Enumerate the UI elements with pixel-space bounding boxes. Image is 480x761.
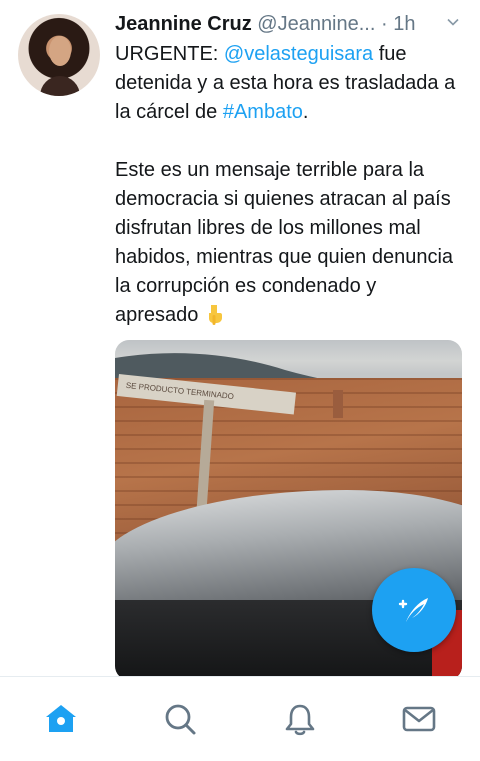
text-end: . xyxy=(302,101,309,123)
tweet-time[interactable]: 1h xyxy=(393,13,415,35)
text-prefix: URGENTE: xyxy=(115,43,224,65)
avatar-face xyxy=(49,36,71,66)
separator-dot: · xyxy=(380,13,388,35)
avatar[interactable] xyxy=(18,14,100,96)
hashtag-link[interactable]: #Ambato xyxy=(223,101,303,123)
chimney xyxy=(333,390,343,418)
search-icon[interactable] xyxy=(162,701,198,737)
compose-button[interactable] xyxy=(372,568,456,652)
pointing-down-hand-icon xyxy=(208,305,222,325)
tweet-paragraph-1: URGENTE: @velasteguisara fue detenida y … xyxy=(115,40,465,127)
mention-link[interactable]: @velasteguisara xyxy=(224,43,373,65)
home-icon[interactable] xyxy=(43,701,79,737)
compose-tweet-icon xyxy=(398,598,428,622)
avatar-body xyxy=(40,76,80,96)
author-handle[interactable]: @Jeannine... xyxy=(257,13,375,35)
tweet[interactable]: Jeannine Cruz @Jeannine... · 1h URGENTE:… xyxy=(0,0,480,676)
messages-icon[interactable] xyxy=(401,701,437,737)
paragraph-2-text: Este es un mensaje terrible para la demo… xyxy=(115,159,454,326)
tweet-paragraph-2: Este es un mensaje terrible para la demo… xyxy=(115,156,465,330)
author-name[interactable]: Jeannine Cruz xyxy=(115,13,252,35)
notifications-icon[interactable] xyxy=(282,701,318,737)
tweet-text: URGENTE: @velasteguisara fue detenida y … xyxy=(115,40,465,330)
tweet-header: Jeannine Cruz @Jeannine... · 1h xyxy=(115,10,465,38)
chevron-down-icon[interactable] xyxy=(447,16,459,28)
bottom-tab-bar xyxy=(0,676,480,761)
